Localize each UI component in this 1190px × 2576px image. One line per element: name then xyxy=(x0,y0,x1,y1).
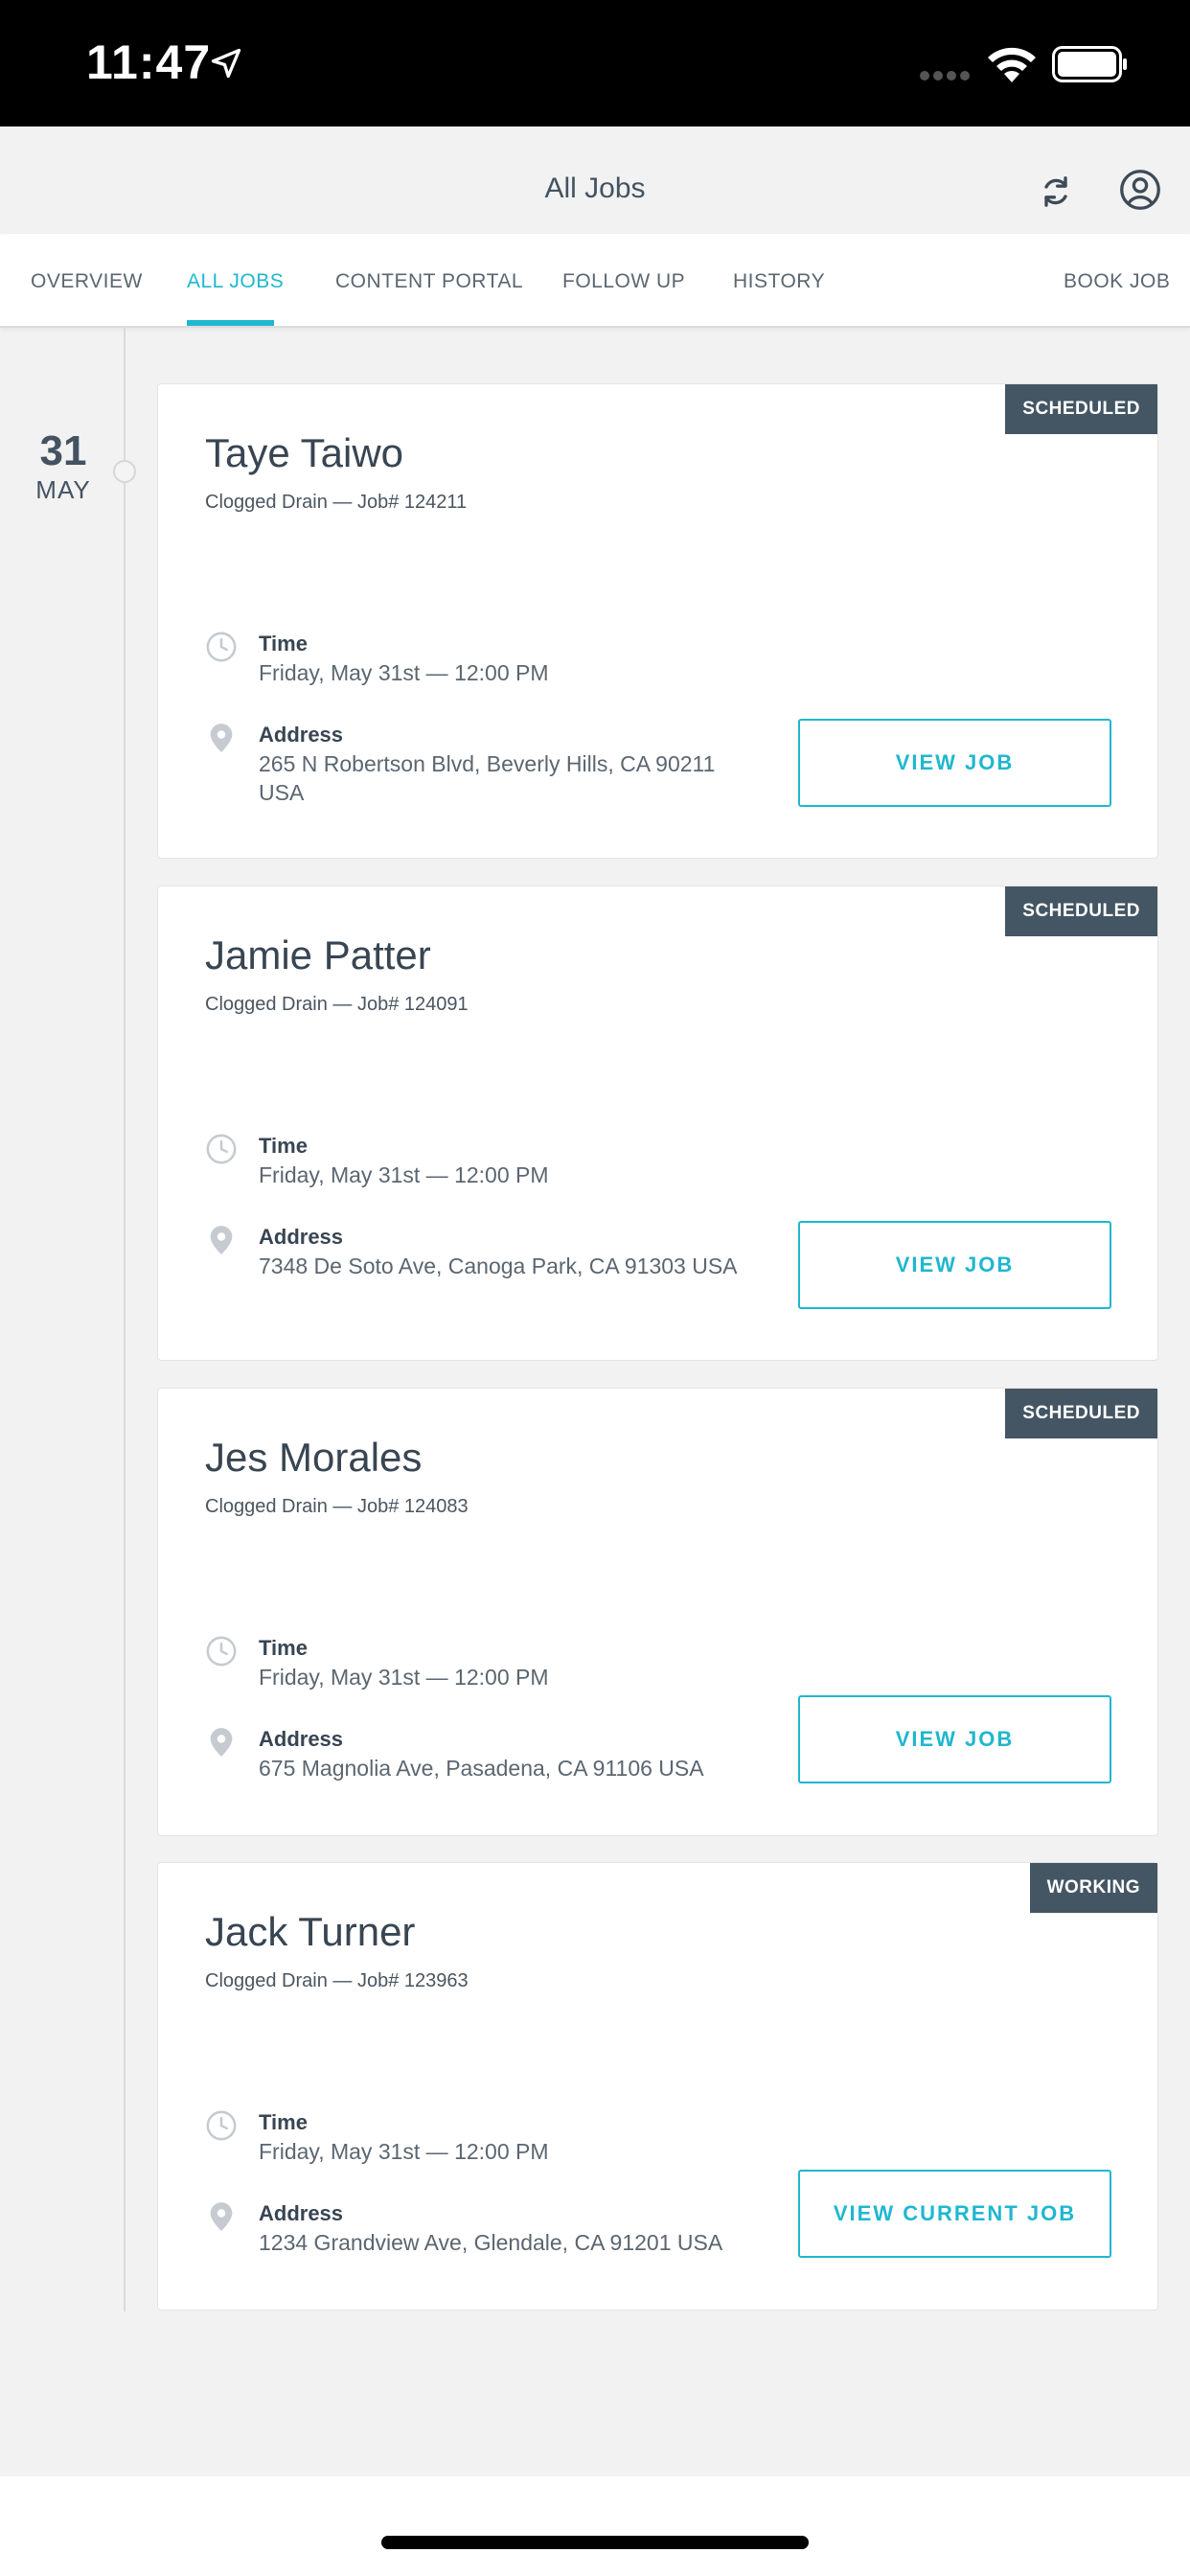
address-value: 7348 De Soto Ave, Canoga Park, CA 91303 … xyxy=(259,1254,738,1278)
status-bar: 11:47 xyxy=(0,0,1190,126)
job-meta: Clogged Drain — Job# 124091 xyxy=(205,994,469,1015)
view-job-button[interactable]: VIEW JOB xyxy=(798,719,1111,807)
address-value: 1234 Grandview Ave, Glendale, CA 91201 U… xyxy=(259,2230,723,2255)
map-pin-icon xyxy=(210,1728,233,1757)
tab-book-job[interactable]: BOOK JOB xyxy=(1064,270,1170,293)
active-tab-indicator xyxy=(187,320,274,326)
sync-icon[interactable] xyxy=(1037,172,1075,211)
address-label: Address xyxy=(259,2201,344,2225)
location-arrow-icon xyxy=(211,48,241,79)
map-pin-icon xyxy=(210,1226,233,1254)
date-day: 31 xyxy=(39,427,87,474)
wifi-icon xyxy=(988,47,1036,82)
job-meta: Clogged Drain — Job# 124211 xyxy=(205,492,468,513)
status-badge: SCHEDULED xyxy=(1005,886,1157,936)
address-value: 265 N Robertson Blvd, Beverly Hills, CA … xyxy=(259,751,716,805)
status-badge: SCHEDULED xyxy=(1005,1389,1157,1438)
time-value: Friday, May 31st — 12:00 PM xyxy=(259,1162,549,1187)
home-indicator[interactable] xyxy=(381,2536,809,2549)
tab-bar: OVERVIEW ALL JOBS CONTENT PORTAL FOLLOW … xyxy=(0,234,1190,328)
map-pin-icon xyxy=(210,2202,233,2231)
account-icon[interactable] xyxy=(1119,169,1161,211)
time-value: Friday, May 31st — 12:00 PM xyxy=(259,660,549,685)
job-card: SCHEDULED Taye Taiwo Clogged Drain — Job… xyxy=(157,383,1158,859)
job-meta: Clogged Drain — Job# 123963 xyxy=(205,1970,469,1991)
page-title: All Jobs xyxy=(544,172,646,204)
map-pin-icon xyxy=(210,724,233,752)
client-name: Jamie Patter xyxy=(205,932,431,978)
client-name: Taye Taiwo xyxy=(205,430,404,475)
address-label: Address xyxy=(259,723,344,747)
job-meta: Clogged Drain — Job# 124083 xyxy=(205,1496,469,1517)
address-value: 675 Magnolia Ave, Pasadena, CA 91106 USA xyxy=(259,1756,704,1781)
battery-icon xyxy=(1052,46,1127,82)
address-label: Address xyxy=(259,1727,344,1751)
job-card: SCHEDULED Jes Morales Clogged Drain — Jo… xyxy=(157,1388,1158,1836)
address-label: Address xyxy=(259,1225,344,1249)
time-label: Time xyxy=(259,1636,308,1660)
clock-icon xyxy=(206,1134,237,1164)
client-name: Jack Turner xyxy=(205,1909,416,1954)
job-card: SCHEDULED Jamie Patter Clogged Drain — J… xyxy=(157,886,1158,1361)
view-current-job-button[interactable]: VIEW CURRENT JOB xyxy=(798,2170,1111,2258)
status-badge: WORKING xyxy=(1029,1863,1157,1913)
time-label: Time xyxy=(259,2110,308,2134)
time-label: Time xyxy=(259,632,308,656)
tab-overview[interactable]: OVERVIEW xyxy=(31,270,143,293)
job-card: WORKING Jack Turner Clogged Drain — Job#… xyxy=(157,1862,1158,2311)
view-job-button[interactable]: VIEW JOB xyxy=(798,1695,1111,1783)
clock-icon xyxy=(206,632,237,662)
time-label: Time xyxy=(259,1134,308,1158)
view-job-button[interactable]: VIEW JOB xyxy=(798,1221,1111,1309)
clock-icon xyxy=(206,2110,237,2141)
status-time: 11:47 xyxy=(86,35,212,89)
date-month: MAY xyxy=(35,475,91,504)
timeline-line xyxy=(124,328,126,2312)
status-badge: SCHEDULED xyxy=(1005,384,1157,434)
clock-icon xyxy=(206,1636,237,1667)
app-header: All Jobs xyxy=(0,126,1190,234)
client-name: Jes Morales xyxy=(205,1435,423,1480)
tab-follow-up[interactable]: FOLLOW UP xyxy=(562,270,685,293)
tab-content-portal[interactable]: CONTENT PORTAL xyxy=(335,270,523,293)
tab-history[interactable]: HISTORY xyxy=(733,270,825,293)
time-value: Friday, May 31st — 12:00 PM xyxy=(259,1665,549,1690)
tab-all-jobs[interactable]: ALL JOBS xyxy=(187,270,284,293)
signal-icon xyxy=(920,71,970,80)
time-value: Friday, May 31st — 12:00 PM xyxy=(259,2139,549,2164)
home-bar-area xyxy=(0,2476,1190,2576)
